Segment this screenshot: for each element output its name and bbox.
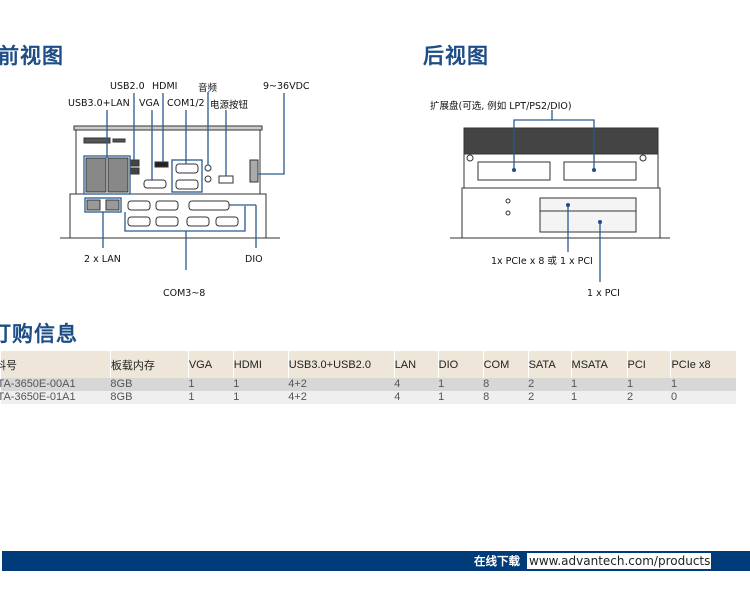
cell: 1 xyxy=(438,378,484,391)
footer-url-link[interactable]: www.advantech.com/products xyxy=(527,553,711,569)
cell-part-number: ITA-3650E-01A1 xyxy=(0,391,111,404)
cell: 2 xyxy=(627,391,671,404)
col-header: MSATA xyxy=(570,351,628,378)
cell: 1 xyxy=(233,378,289,391)
cell: 1 xyxy=(188,378,234,391)
label-pci: 1 x PCI xyxy=(587,288,620,299)
cell: 8 xyxy=(483,391,529,404)
col-header: 料号 xyxy=(0,351,111,378)
col-header: LAN xyxy=(393,351,439,378)
label-pcie-or-pci: 1x PCIe x 8 或 1 x PCI xyxy=(491,256,593,267)
cell: 4 xyxy=(394,391,439,404)
front-view-diagram xyxy=(60,92,285,270)
col-header: PCI xyxy=(626,351,671,378)
table-row: ITA-3650E-01A1 8GB 1 1 4+2 4 1 8 2 1 2 0 xyxy=(0,391,736,404)
cell: 1 xyxy=(571,378,628,391)
col-header: HDMI xyxy=(232,351,289,378)
ordering-info-title: 订购信息 xyxy=(0,322,78,346)
col-header: DIO xyxy=(437,351,484,378)
col-header: 板载内存 xyxy=(109,351,189,378)
label-expansion: 扩展盘(可选, 例如 LPT/PS2/DIO) xyxy=(430,101,572,112)
footer-download-label: 在线下载 xyxy=(474,554,520,568)
table-row: ITA-3650E-00A1 8GB 1 1 4+2 4 1 8 2 1 1 1 xyxy=(0,378,736,391)
cell: 4+2 xyxy=(288,378,395,391)
cell: 8 xyxy=(483,378,529,391)
ordering-table: 料号 板载内存 VGA HDMI USB3.0+USB2.0 LAN DIO C… xyxy=(0,351,736,404)
cell: 1 xyxy=(438,391,484,404)
cell: 0 xyxy=(670,391,736,404)
cell: 2 xyxy=(528,391,572,404)
cell: 1 xyxy=(627,378,671,391)
cell: 4 xyxy=(394,378,439,391)
rear-view-title: 后视图 xyxy=(423,44,489,68)
cell: 1 xyxy=(571,391,628,404)
cell: 2 xyxy=(528,378,572,391)
cell: 8GB xyxy=(110,378,189,391)
cell: 1 xyxy=(188,391,234,404)
cell: 4+2 xyxy=(288,391,395,404)
cell-part-number: ITA-3650E-00A1 xyxy=(0,378,111,391)
col-header: VGA xyxy=(187,351,234,378)
col-header: USB3.0+USB2.0 xyxy=(287,351,395,378)
cell: 1 xyxy=(670,378,736,391)
cell: 8GB xyxy=(110,391,189,404)
table-header-row: 料号 板载内存 VGA HDMI USB3.0+USB2.0 LAN DIO C… xyxy=(0,351,736,378)
col-header: PCIe x8 xyxy=(670,351,736,378)
cell: 1 xyxy=(233,391,289,404)
col-header: COM xyxy=(482,351,529,378)
col-header: SATA xyxy=(527,351,572,378)
